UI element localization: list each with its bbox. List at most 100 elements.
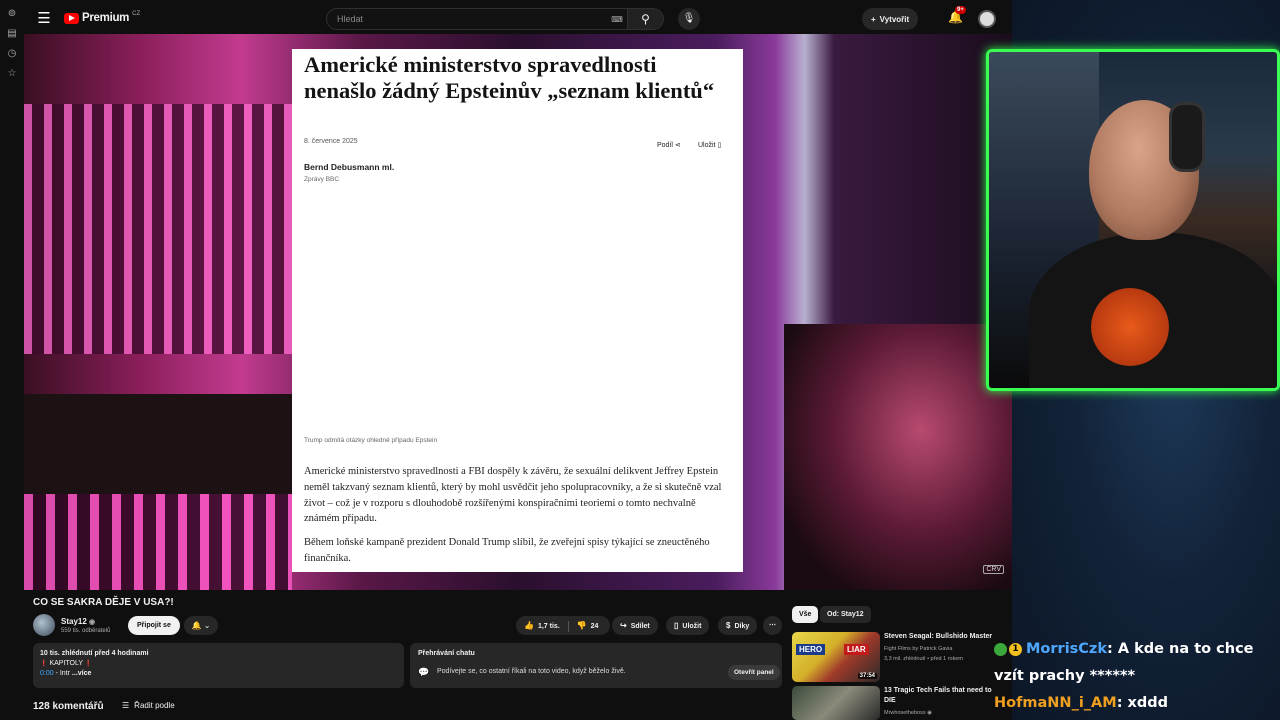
history-icon[interactable]: ◷ bbox=[0, 48, 24, 67]
chat-replay-text: Podívejte se, co ostatní říkali na toto … bbox=[437, 668, 626, 675]
home-icon[interactable]: ⊚ bbox=[0, 8, 24, 27]
recommended-title[interactable]: 13 Tragic Tech Fails that need to DIE bbox=[884, 686, 1002, 706]
video-thumbnail[interactable] bbox=[792, 686, 880, 720]
news-article-overlay: Americké ministerstvo spravedlnosti nena… bbox=[292, 49, 743, 572]
thumbnail-text-right: LIAR bbox=[844, 644, 869, 655]
sort-icon: ☰ bbox=[122, 701, 130, 710]
search-box: ⌨ ⚲ bbox=[326, 8, 664, 30]
shirt-logo bbox=[1091, 288, 1169, 366]
side-rail: ⊚ ▤ ◷ ☆ bbox=[0, 0, 24, 720]
notifications-bell-icon[interactable]: 🔔 9+ bbox=[948, 6, 966, 24]
comment-count: 128 komentářů bbox=[33, 701, 104, 712]
save-button[interactable]: ▯ Uložit bbox=[666, 616, 710, 635]
chat-badge-icon bbox=[994, 642, 1007, 656]
share-arrow-icon: ↪ bbox=[620, 621, 627, 630]
like-count: 1,7 tis. bbox=[537, 623, 560, 630]
article-share-label: Podíl bbox=[657, 142, 673, 149]
keyboard-icon[interactable]: ⌨ bbox=[607, 15, 627, 24]
thanks-button[interactable]: $ Díky bbox=[718, 616, 758, 635]
chat-message: 1 MorrisCzk: A kde na to chce vzít prachy… bbox=[994, 636, 1274, 690]
star-icon[interactable]: ☆ bbox=[0, 68, 24, 87]
sort-label: Řadit podle bbox=[134, 701, 175, 710]
dislike-button[interactable]: 👎 24 bbox=[576, 621, 599, 630]
chat-username: MorrisCzk bbox=[1026, 641, 1108, 657]
timestamp-link[interactable]: 0:00 bbox=[40, 670, 54, 677]
chapters-label: KAPITOLY bbox=[49, 660, 83, 667]
create-button[interactable]: + Vytvořit bbox=[862, 8, 919, 30]
join-button[interactable]: Připojit se bbox=[128, 616, 180, 635]
recommended-channel: Fight Films by Patrick Gavia bbox=[884, 646, 953, 652]
open-panel-button[interactable]: Otevřít panel bbox=[728, 665, 780, 680]
background-chair bbox=[784, 324, 1012, 590]
channel-name[interactable]: Stay12 ◉ bbox=[61, 617, 95, 626]
recommended-video[interactable]: HERO LIAR 37:54 Steven Seagal: Bullshido… bbox=[792, 632, 1002, 684]
sort-button[interactable]: ☰ Řadit podle bbox=[122, 701, 175, 710]
search-button[interactable]: ⚲ bbox=[627, 9, 663, 29]
recommended-title[interactable]: Steven Seagal: Bullshido Master bbox=[884, 632, 1002, 642]
chat-username: HofmaNN_i_AM bbox=[994, 695, 1117, 711]
chat-bubble-icon: 💬 bbox=[418, 667, 430, 677]
thumbnail-text-left: HERO bbox=[796, 644, 826, 655]
chat-replay-header: Přehrávání chatu bbox=[418, 650, 475, 657]
red-marker-icon: ❗ bbox=[40, 661, 48, 667]
chat-message: HofmaNN_i_AM: xddd bbox=[994, 690, 1274, 717]
video-thumbnail[interactable]: HERO LIAR 37:54 bbox=[792, 632, 880, 682]
like-dislike-group: 👍 1,7 tis. 👎 24 bbox=[516, 616, 610, 635]
red-marker-icon-2: ❗ bbox=[84, 661, 93, 667]
video-duration: 37:54 bbox=[857, 673, 877, 679]
brand-label: Premium bbox=[82, 12, 130, 24]
more-actions-button[interactable]: ⋯ bbox=[763, 616, 782, 635]
microphone-icon[interactable]: 🎙 bbox=[678, 8, 700, 30]
youtube-logo[interactable]: Premium CZ bbox=[64, 11, 141, 24]
chapter-line: 0:00 - Intr ...více bbox=[40, 670, 397, 677]
verified-icon: ◉ bbox=[927, 710, 932, 716]
subscriber-count: 559 tis. odběratelů bbox=[61, 628, 111, 634]
article-share-button[interactable]: Podíl ⋖ bbox=[657, 141, 681, 149]
webcam-frame bbox=[986, 49, 1280, 391]
article-date: 8. července 2025 bbox=[304, 138, 358, 145]
description-box[interactable]: 10 tis. zhlédnutí před 4 hodinami ❗ KAPI… bbox=[33, 643, 404, 688]
recommended-meta: 3,3 mil. zhlédnutí • před 1 rokem bbox=[884, 656, 963, 662]
menu-icon[interactable]: ☰ bbox=[24, 9, 64, 27]
thumbs-up-icon: 👍 bbox=[524, 621, 534, 630]
subscriptions-icon[interactable]: ▤ bbox=[0, 28, 24, 47]
chevron-down-icon: ⌄ bbox=[203, 621, 211, 630]
account-avatar[interactable] bbox=[978, 10, 996, 28]
share-icon: ⋖ bbox=[674, 142, 681, 149]
bookmark-icon: ▯ bbox=[674, 621, 679, 630]
channel-name-text: Stay12 bbox=[61, 617, 87, 626]
chat-text: : xddd bbox=[1116, 695, 1169, 711]
show-more-link[interactable]: ...více bbox=[72, 670, 91, 677]
bookmark-icon: ▯ bbox=[717, 142, 722, 149]
background-led-wall bbox=[24, 104, 292, 354]
create-label: Vytvořit bbox=[879, 14, 910, 24]
live-chat-overlay: 1 MorrisCzk: A kde na to chce vzít prachy… bbox=[994, 636, 1274, 717]
youtube-window: ⊚ ▤ ◷ ☆ ☰ Premium CZ ⌨ ⚲ 🎙 + Vytvořit 🔔9… bbox=[0, 0, 1012, 720]
chip-from-channel[interactable]: Od: Stay12 bbox=[820, 606, 871, 623]
like-button[interactable]: 👍 1,7 tis. bbox=[524, 621, 560, 630]
chapter-title: - Intr bbox=[55, 670, 70, 677]
headphones-icon bbox=[1169, 102, 1205, 172]
recommended-video[interactable]: 13 Tragic Tech Fails that need to DIE Mr… bbox=[792, 686, 1002, 720]
article-save-button[interactable]: Uložit ▯ bbox=[698, 141, 721, 149]
share-button[interactable]: ↪ Sdílet bbox=[612, 616, 658, 635]
article-paragraph-1: Americké ministerstvo spravedlnosti a FB… bbox=[304, 466, 722, 525]
chip-all[interactable]: Vše bbox=[792, 606, 819, 623]
subscribe-bell-button[interactable]: 🔔 ⌄ bbox=[184, 616, 218, 635]
chapters-line: ❗ KAPITOLY ❗ bbox=[40, 660, 397, 667]
channel-avatar[interactable] bbox=[33, 614, 55, 636]
player-badge: CRV bbox=[983, 565, 1004, 574]
recommended-channel: Mrwhosetheboss ◉ bbox=[884, 710, 932, 716]
verified-icon: ◉ bbox=[89, 619, 96, 626]
recommended-channel-text: Mrwhosetheboss bbox=[884, 710, 926, 716]
country-code: CZ bbox=[132, 11, 141, 17]
bell-icon: 🔔 bbox=[191, 621, 202, 630]
article-author: Bernd Debusmann ml. bbox=[304, 162, 395, 172]
save-label: Uložit bbox=[682, 623, 702, 630]
thanks-label: Díky bbox=[734, 623, 750, 630]
notification-badge: 9+ bbox=[955, 6, 966, 14]
search-input[interactable] bbox=[327, 14, 607, 24]
view-stats: 10 tis. zhlédnutí před 4 hodinami bbox=[40, 650, 149, 657]
dislike-count: 24 bbox=[590, 623, 599, 630]
thumbs-down-icon: 👎 bbox=[576, 621, 587, 630]
